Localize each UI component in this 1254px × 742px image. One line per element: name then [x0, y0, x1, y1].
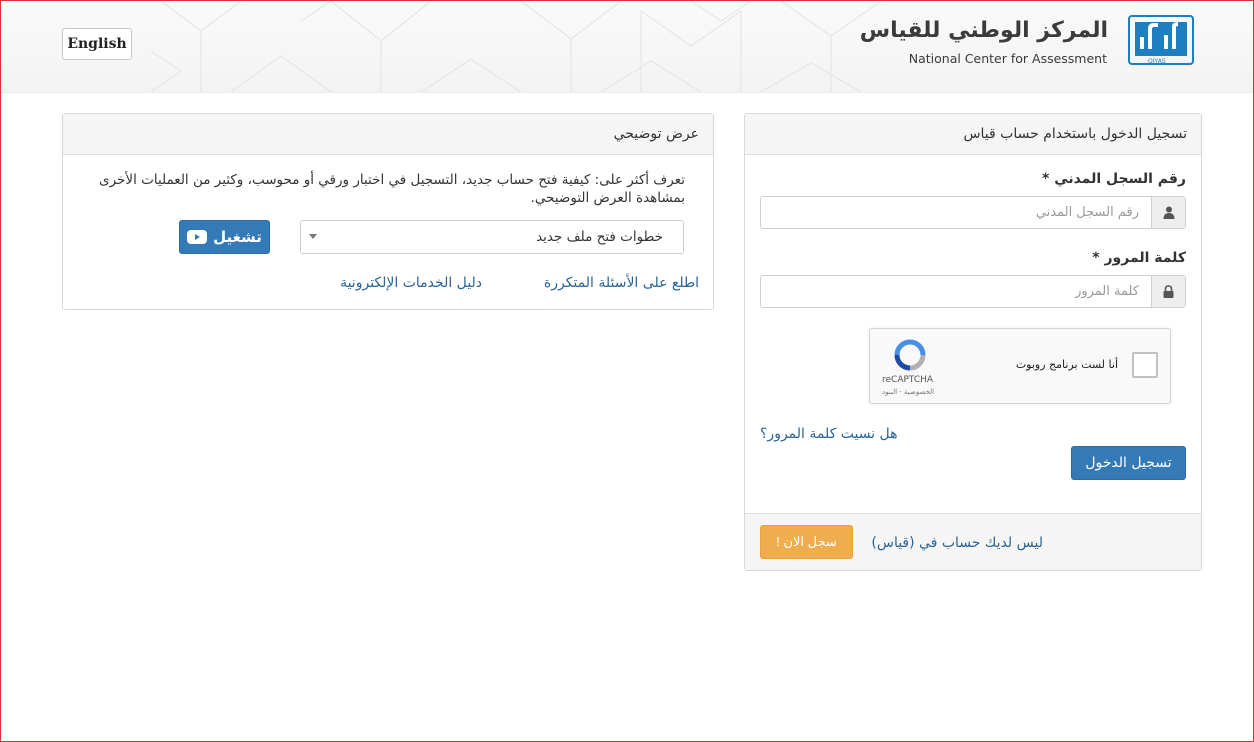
recaptcha-links[interactable]: الخصوصية - البنود: [882, 388, 934, 396]
demo-description: تعرف أكثر على: كيفية فتح حساب جديد، التس…: [99, 172, 685, 206]
language-switch-button[interactable]: English: [62, 28, 132, 60]
lock-icon: [1151, 276, 1185, 307]
demo-select-value: خطوات فتح ملف جديد: [536, 229, 663, 245]
login-button[interactable]: تسجيل الدخول: [1071, 446, 1186, 480]
logo-arabic-name: المركز الوطني للقياس: [859, 18, 1108, 43]
recaptcha-brand: reCAPTCHA: [882, 375, 934, 385]
password-input[interactable]: [743, 276, 1151, 307]
forgot-password-link[interactable]: هل نسيت كلمة المرور؟: [760, 426, 898, 442]
recaptcha-checkbox[interactable]: [1132, 352, 1158, 378]
eservices-guide-link[interactable]: دليل الخدمات الإلكترونية: [340, 275, 482, 291]
demo-select[interactable]: خطوات فتح ملف جديد: [300, 220, 684, 254]
logo-english-name: National Center for Assessment: [908, 51, 1107, 66]
play-button-label: تشغيل: [213, 228, 262, 246]
password-label: كلمة المرور *: [1092, 250, 1186, 266]
header-pattern: [150, 1, 882, 92]
register-now-button[interactable]: سجل الان !: [760, 525, 853, 559]
youtube-play-icon: [187, 230, 208, 244]
svg-text:QIYAS: QIYAS: [1148, 58, 1166, 65]
chevron-down-icon: [309, 234, 317, 239]
faq-link[interactable]: اطلع على الأسئلة المتكررة: [544, 275, 699, 291]
recaptcha-label: أنا لست برنامج روبوت: [1015, 358, 1118, 371]
civil-id-input[interactable]: [743, 197, 1151, 228]
user-icon: [1151, 197, 1185, 228]
play-demo-button[interactable]: تشغيل: [179, 220, 270, 254]
qiyas-logo-icon: QIYAS: [1128, 15, 1194, 65]
recaptcha-widget: أنا لست برنامج روبوت reCAPTCHA الخصوصية …: [869, 328, 1171, 404]
demo-panel-title: عرض توضيحي: [63, 114, 713, 155]
password-field: [743, 275, 1186, 308]
site-header: English المركز الوطني للقياس National Ce…: [1, 1, 1253, 93]
demo-panel: عرض توضيحي تعرف أكثر على: كيفية فتح حساب…: [62, 113, 714, 310]
no-account-text: ليس لديك حساب في (قياس): [871, 535, 1043, 551]
login-panel-title: تسجيل الدخول باستخدام حساب قياس: [745, 114, 1201, 155]
login-panel: تسجيل الدخول باستخدام حساب قياس رقم السج…: [743, 113, 1202, 571]
login-panel-footer: ليس لديك حساب في (قياس) سجل الان !: [745, 513, 1201, 570]
recaptcha-logo-icon: [894, 339, 926, 371]
civil-id-field: [743, 196, 1186, 229]
civil-id-label: رقم السجل المدني *: [1042, 171, 1186, 187]
